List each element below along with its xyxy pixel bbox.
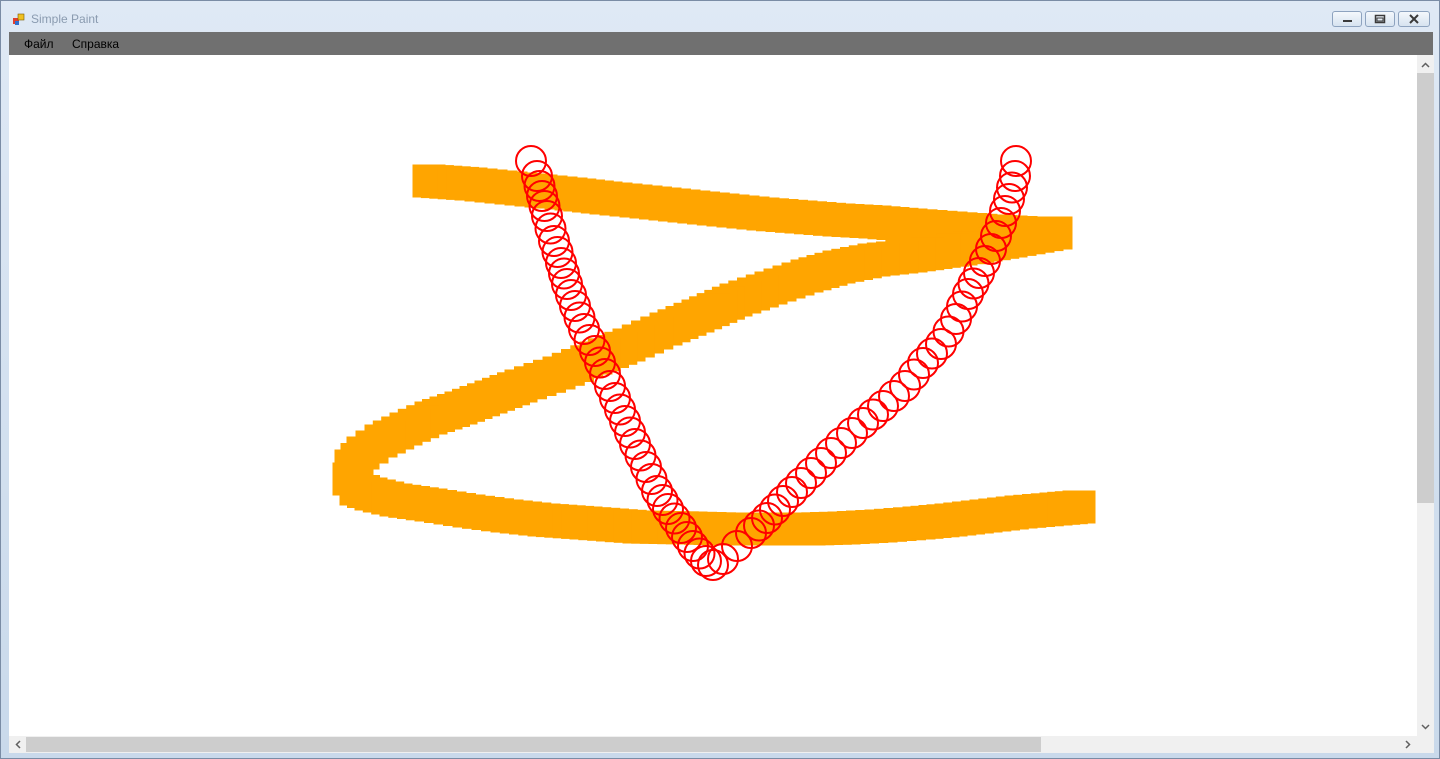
minimize-icon — [1343, 20, 1352, 22]
title-bar[interactable]: Simple Paint — [1, 1, 1439, 33]
red-circle-mark — [548, 257, 580, 290]
scroll-left-arrow-icon[interactable] — [10, 736, 27, 753]
horizontal-scroll-thumb[interactable] — [26, 737, 1041, 752]
minimize-button[interactable] — [1332, 11, 1362, 27]
scroll-corner — [1417, 736, 1434, 753]
red-circle-mark — [857, 398, 889, 431]
app-window: Simple Paint Файл Справка — [0, 0, 1440, 759]
menu-file[interactable]: Файл — [24, 37, 54, 51]
red-circle-mark — [776, 476, 808, 508]
close-button[interactable] — [1398, 11, 1430, 27]
red-circle-mark — [916, 337, 948, 370]
scroll-up-arrow-icon[interactable] — [1417, 57, 1434, 74]
drawing-canvas[interactable] — [9, 55, 1417, 736]
orange-square-mark — [1062, 490, 1096, 524]
red-circle-mark — [641, 475, 673, 507]
app-icon — [13, 13, 25, 25]
canvas-drawing — [332, 145, 1096, 581]
red-circle-mark — [946, 290, 978, 323]
maximize-button[interactable] — [1365, 11, 1395, 27]
restore-icon — [1374, 14, 1386, 24]
red-circle-mark — [619, 428, 651, 460]
scroll-right-arrow-icon[interactable] — [1400, 736, 1417, 753]
red-circle-mark — [630, 451, 662, 483]
red-circle-mark — [624, 439, 657, 472]
close-icon — [1409, 14, 1419, 24]
vertical-scroll-thumb[interactable] — [1417, 73, 1434, 503]
scroll-down-arrow-icon[interactable] — [1417, 719, 1434, 736]
window-title: Simple Paint — [31, 12, 99, 26]
menu-bar: Файл Справка — [9, 32, 1433, 55]
red-circle-mark — [545, 247, 577, 279]
menu-help[interactable]: Справка — [72, 37, 119, 51]
red-circle-mark — [767, 485, 799, 517]
